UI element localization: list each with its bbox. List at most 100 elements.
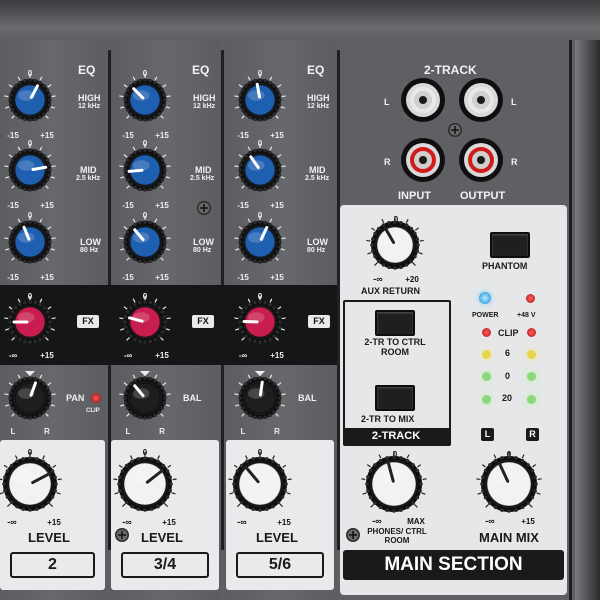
eq-high-label: HIGH bbox=[307, 93, 330, 103]
knob-max-mark: +15 bbox=[40, 201, 54, 210]
eq-high-freq: 12 kHz bbox=[193, 103, 216, 110]
phantom-button[interactable] bbox=[490, 232, 530, 258]
two-track-to-mix-label: 2-TR TO MIX bbox=[361, 414, 415, 424]
knob-max-mark: +15 bbox=[155, 273, 169, 282]
eq-heading: EQ bbox=[192, 63, 210, 77]
panel-screw bbox=[197, 201, 211, 215]
knob-max-mark: +15 bbox=[270, 273, 284, 282]
aux-return-knob[interactable] bbox=[370, 220, 420, 270]
level-label: LEVEL bbox=[141, 530, 183, 545]
main-mix-label: MAIN MIX bbox=[479, 530, 539, 545]
knob-max-mark: +20 bbox=[405, 275, 419, 284]
fx-label: FX bbox=[192, 315, 214, 328]
eq-high-knob[interactable] bbox=[123, 78, 167, 122]
pan-left-mark: L bbox=[241, 427, 246, 436]
knob-max-mark: +15 bbox=[40, 351, 54, 360]
fx-knob[interactable] bbox=[123, 300, 167, 344]
pan-knob[interactable] bbox=[123, 376, 167, 420]
meter-led-left-6 bbox=[482, 350, 491, 359]
eq-high-label: HIGH bbox=[78, 93, 101, 103]
knob-max-mark: +15 bbox=[270, 131, 284, 140]
aux-return-label: AUX RETURN bbox=[361, 286, 421, 296]
input-label: INPUT bbox=[398, 190, 431, 202]
panel-screw bbox=[448, 123, 462, 137]
level-knob[interactable] bbox=[117, 456, 173, 512]
level-label: LEVEL bbox=[28, 530, 70, 545]
pan-right-mark: R bbox=[159, 427, 165, 436]
eq-low-freq: 80 Hz bbox=[193, 247, 212, 254]
knob-min-mark: -∞ bbox=[485, 516, 495, 526]
eq-high-knob[interactable] bbox=[8, 78, 52, 122]
main-mix-l-badge: L bbox=[481, 428, 494, 441]
panel-screw bbox=[115, 528, 129, 542]
level-knob[interactable] bbox=[232, 456, 288, 512]
eq-low-knob[interactable] bbox=[123, 220, 167, 264]
output-label: OUTPUT bbox=[460, 190, 506, 202]
panel-screw bbox=[346, 528, 360, 542]
eq-heading: EQ bbox=[307, 63, 325, 77]
knob-max-mark: +15 bbox=[47, 518, 61, 527]
knob-max-mark: +15 bbox=[270, 351, 284, 360]
knob-min-mark: -∞ bbox=[373, 274, 383, 284]
knob-max-mark: +15 bbox=[155, 131, 169, 140]
clip-label: CLIP bbox=[86, 408, 100, 414]
pan-label: PAN bbox=[66, 393, 85, 403]
eq-heading: EQ bbox=[78, 63, 96, 77]
phantom-label: PHANTOM bbox=[482, 261, 528, 271]
power-led bbox=[479, 292, 491, 304]
fx-knob[interactable] bbox=[8, 300, 52, 344]
two-track-to-ctrl-room-label: 2-TR TO CTRL ROOM bbox=[364, 337, 426, 357]
knob-min-mark: -15 bbox=[237, 273, 249, 282]
eq-high-freq: 12 kHz bbox=[307, 103, 330, 110]
pan-knob[interactable] bbox=[238, 376, 282, 420]
bal-label: BAL bbox=[298, 393, 317, 403]
knob-min-mark: -∞ bbox=[237, 517, 247, 527]
main-mix-knob[interactable] bbox=[480, 455, 538, 513]
knob-min-mark: -∞ bbox=[122, 517, 132, 527]
knob-min-mark: -15 bbox=[122, 273, 134, 282]
knob-min-mark: -15 bbox=[7, 131, 19, 140]
level-knob[interactable] bbox=[2, 456, 58, 512]
eq-high-knob[interactable] bbox=[238, 78, 282, 122]
two-track-output-l-jack[interactable] bbox=[459, 78, 503, 122]
meter-led-left-0 bbox=[482, 372, 491, 381]
knob-min-mark: -∞ bbox=[7, 517, 17, 527]
eq-low-freq: 80 Hz bbox=[307, 247, 326, 254]
eq-low-label: LOW bbox=[80, 237, 101, 247]
two-track-output-r-jack[interactable] bbox=[459, 138, 503, 182]
main-mix-r-badge: R bbox=[526, 428, 539, 441]
eq-mid-freq: 2.5 kHz bbox=[305, 175, 330, 182]
eq-mid-knob[interactable] bbox=[123, 148, 167, 192]
two-track-to-mix-button[interactable] bbox=[375, 385, 415, 411]
knob-max-mark: +15 bbox=[162, 518, 176, 527]
eq-high-label: HIGH bbox=[193, 93, 216, 103]
jack-l-label: L bbox=[384, 97, 390, 107]
clip-led-right bbox=[527, 328, 536, 337]
meter-led-right-6 bbox=[527, 350, 536, 359]
knob-max-mark: +15 bbox=[155, 201, 169, 210]
eq-low-knob[interactable] bbox=[238, 220, 282, 264]
jack-r-label: R bbox=[511, 157, 518, 167]
two-track-input-r-jack[interactable] bbox=[401, 138, 445, 182]
knob-max-mark: +15 bbox=[521, 517, 535, 526]
eq-mid-knob[interactable] bbox=[238, 148, 282, 192]
knob-max-mark: +15 bbox=[40, 273, 54, 282]
eq-mid-label: MID bbox=[80, 165, 97, 175]
jack-l-label: L bbox=[511, 97, 517, 107]
two-track-title: 2-TRACK bbox=[424, 63, 477, 77]
two-track-to-ctrl-room-button[interactable] bbox=[375, 310, 415, 336]
phones-ctrl-room-knob[interactable] bbox=[365, 455, 423, 513]
clip-led bbox=[91, 393, 101, 403]
controls-layer: 0-15+150-15+150-15+150-∞+15LR0-∞+150-15+… bbox=[0, 69, 542, 542]
knob-max-mark: +15 bbox=[40, 131, 54, 140]
clip-led-left bbox=[482, 328, 491, 337]
bal-label: BAL bbox=[183, 393, 202, 403]
fx-knob[interactable] bbox=[238, 300, 282, 344]
fx-label: FX bbox=[77, 315, 99, 328]
two-track-input-l-jack[interactable] bbox=[401, 78, 445, 122]
pan-knob[interactable] bbox=[8, 376, 52, 420]
eq-low-knob[interactable] bbox=[8, 220, 52, 264]
eq-low-label: LOW bbox=[307, 237, 328, 247]
level-label: LEVEL bbox=[256, 530, 298, 545]
eq-mid-knob[interactable] bbox=[8, 148, 52, 192]
